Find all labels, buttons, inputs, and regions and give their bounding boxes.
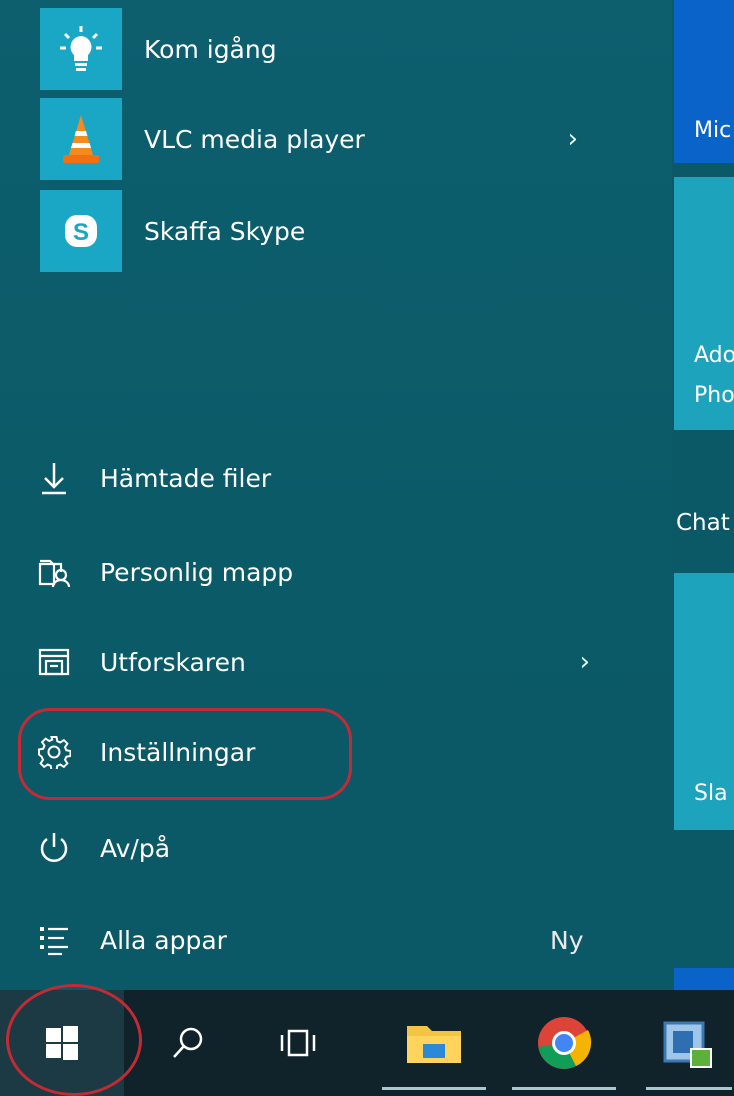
skype-icon: S xyxy=(40,190,122,272)
sys-label: Personlig mapp xyxy=(100,557,294,587)
settings-highlight-ring xyxy=(18,708,352,800)
tile-adobe-photoshop[interactable]: Ado Pho xyxy=(674,177,734,430)
app-label: Kom igång xyxy=(144,34,277,64)
running-indicator xyxy=(382,1087,486,1090)
app-item-skype[interactable]: S Skaffa Skype xyxy=(40,190,600,272)
tile-label: Ado xyxy=(694,343,734,368)
sys-label: Av/på xyxy=(100,833,171,863)
app-item-vlc[interactable]: VLC media player › xyxy=(40,98,600,180)
download-icon xyxy=(36,460,72,496)
chevron-right-icon[interactable]: › xyxy=(568,124,578,154)
app-label: Skaffa Skype xyxy=(144,216,306,246)
search-button[interactable] xyxy=(148,990,228,1096)
user-folder-icon xyxy=(36,554,72,590)
file-explorer-icon xyxy=(36,644,72,680)
app-item-kom-igang[interactable]: Kom igång xyxy=(40,8,600,90)
search-icon xyxy=(173,1027,203,1058)
running-indicator xyxy=(512,1087,616,1090)
start-highlight-ring xyxy=(6,984,142,1096)
sys-label: Utforskaren xyxy=(100,647,246,677)
app-button[interactable] xyxy=(640,990,734,1096)
task-view-button[interactable] xyxy=(258,990,338,1096)
chrome-button[interactable] xyxy=(512,990,616,1096)
downloads-item[interactable]: Hämtade filer xyxy=(36,448,596,508)
sys-label: Hämtade filer xyxy=(100,463,272,493)
running-indicator xyxy=(646,1087,732,1090)
svg-text:S: S xyxy=(73,219,89,246)
chrome-icon xyxy=(538,1017,592,1069)
tile-microsoft[interactable]: Mic xyxy=(674,0,734,163)
tile-partial[interactable] xyxy=(674,968,734,990)
tile-label: Pho xyxy=(694,383,734,408)
chevron-right-icon[interactable]: › xyxy=(580,647,590,677)
vlc-cone-icon xyxy=(40,98,122,180)
all-apps-item[interactable]: Alla appar Ny xyxy=(36,910,596,970)
lightbulb-icon xyxy=(40,8,122,90)
tile-slack[interactable]: Sla xyxy=(674,573,734,830)
tile-label: Mic xyxy=(694,118,732,143)
tile-group-chat: Chat xyxy=(676,510,730,536)
personal-folder-item[interactable]: Personlig mapp xyxy=(36,542,596,602)
task-view-icon xyxy=(280,1029,316,1057)
folder-icon xyxy=(407,1026,461,1063)
file-explorer-item[interactable]: Utforskaren › xyxy=(36,632,596,692)
list-icon xyxy=(36,922,72,958)
power-item[interactable]: Av/på xyxy=(36,818,596,878)
sys-label: Alla appar xyxy=(100,925,227,955)
new-badge: Ny xyxy=(550,925,584,955)
app-label: VLC media player xyxy=(144,124,365,154)
power-icon xyxy=(36,830,72,866)
file-explorer-button[interactable] xyxy=(382,990,486,1096)
tile-label: Sla xyxy=(694,781,728,806)
app-icon xyxy=(663,1021,712,1068)
